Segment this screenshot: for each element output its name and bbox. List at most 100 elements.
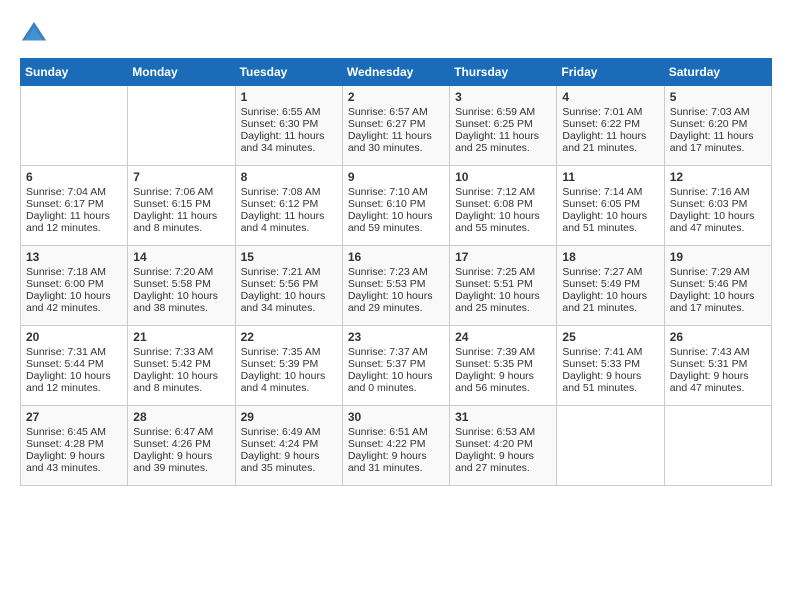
cell-line: and 47 minutes. [670,222,766,234]
cell-line: Sunset: 5:46 PM [670,278,766,290]
cell-line: Daylight: 9 hours [26,450,122,462]
day-number: 24 [455,330,551,344]
calendar-cell [557,406,664,486]
cell-line: Daylight: 10 hours [670,210,766,222]
day-number: 23 [348,330,444,344]
cell-line: Sunrise: 7:31 AM [26,346,122,358]
calendar-table: SundayMondayTuesdayWednesdayThursdayFrid… [20,58,772,486]
calendar-cell: 30Sunrise: 6:51 AMSunset: 4:22 PMDayligh… [342,406,449,486]
cell-line: Sunrise: 7:03 AM [670,106,766,118]
cell-line: Sunrise: 7:35 AM [241,346,337,358]
cell-line: and 34 minutes. [241,142,337,154]
weekday-header: Saturday [664,59,771,86]
day-number: 10 [455,170,551,184]
cell-line: Daylight: 11 hours [241,130,337,142]
cell-line: Sunrise: 6:53 AM [455,426,551,438]
calendar-cell: 13Sunrise: 7:18 AMSunset: 6:00 PMDayligh… [21,246,128,326]
cell-line: Sunrise: 6:47 AM [133,426,229,438]
cell-line: Sunrise: 7:14 AM [562,186,658,198]
calendar-cell: 12Sunrise: 7:16 AMSunset: 6:03 PMDayligh… [664,166,771,246]
calendar-cell: 22Sunrise: 7:35 AMSunset: 5:39 PMDayligh… [235,326,342,406]
cell-line: Sunset: 5:56 PM [241,278,337,290]
cell-line: Sunset: 5:49 PM [562,278,658,290]
weekday-header: Sunday [21,59,128,86]
day-number: 2 [348,90,444,104]
cell-line: Sunrise: 6:45 AM [26,426,122,438]
cell-line: Sunset: 6:05 PM [562,198,658,210]
cell-line: Daylight: 10 hours [241,290,337,302]
day-number: 21 [133,330,229,344]
day-number: 11 [562,170,658,184]
cell-line: Sunrise: 7:27 AM [562,266,658,278]
calendar-header: SundayMondayTuesdayWednesdayThursdayFrid… [21,59,772,86]
cell-line: Daylight: 10 hours [133,370,229,382]
cell-line: Sunrise: 7:23 AM [348,266,444,278]
calendar-cell: 18Sunrise: 7:27 AMSunset: 5:49 PMDayligh… [557,246,664,326]
cell-line: Sunrise: 7:29 AM [670,266,766,278]
cell-line: Sunset: 5:35 PM [455,358,551,370]
cell-line: Daylight: 11 hours [562,130,658,142]
cell-line: Sunset: 5:37 PM [348,358,444,370]
weekday-row: SundayMondayTuesdayWednesdayThursdayFrid… [21,59,772,86]
cell-line: and 8 minutes. [133,382,229,394]
day-number: 20 [26,330,122,344]
calendar-cell: 31Sunrise: 6:53 AMSunset: 4:20 PMDayligh… [450,406,557,486]
day-number: 14 [133,250,229,264]
cell-line: and 12 minutes. [26,222,122,234]
day-number: 6 [26,170,122,184]
weekday-header: Friday [557,59,664,86]
cell-line: Sunset: 4:24 PM [241,438,337,450]
cell-line: and 17 minutes. [670,142,766,154]
cell-line: Sunset: 6:27 PM [348,118,444,130]
cell-line: Sunset: 4:22 PM [348,438,444,450]
day-number: 7 [133,170,229,184]
cell-line: Sunrise: 7:39 AM [455,346,551,358]
day-number: 30 [348,410,444,424]
cell-line: and 21 minutes. [562,302,658,314]
day-number: 12 [670,170,766,184]
cell-line: Sunset: 6:12 PM [241,198,337,210]
cell-line: Sunset: 4:28 PM [26,438,122,450]
day-number: 13 [26,250,122,264]
cell-line: Sunset: 6:25 PM [455,118,551,130]
calendar-cell: 24Sunrise: 7:39 AMSunset: 5:35 PMDayligh… [450,326,557,406]
calendar-cell: 19Sunrise: 7:29 AMSunset: 5:46 PMDayligh… [664,246,771,326]
cell-line: and 4 minutes. [241,382,337,394]
calendar-cell: 28Sunrise: 6:47 AMSunset: 4:26 PMDayligh… [128,406,235,486]
cell-line: Daylight: 9 hours [348,450,444,462]
cell-line: Sunrise: 7:01 AM [562,106,658,118]
cell-line: Sunset: 4:20 PM [455,438,551,450]
cell-line: and 12 minutes. [26,382,122,394]
cell-line: Sunrise: 7:20 AM [133,266,229,278]
cell-line: Daylight: 10 hours [455,290,551,302]
calendar-week-row: 27Sunrise: 6:45 AMSunset: 4:28 PMDayligh… [21,406,772,486]
cell-line: Daylight: 11 hours [133,210,229,222]
cell-line: Sunrise: 7:10 AM [348,186,444,198]
cell-line: and 27 minutes. [455,462,551,474]
cell-line: Sunset: 6:00 PM [26,278,122,290]
cell-line: Sunset: 5:31 PM [670,358,766,370]
cell-line: and 25 minutes. [455,142,551,154]
cell-line: Daylight: 9 hours [455,450,551,462]
day-number: 1 [241,90,337,104]
cell-line: Sunset: 6:10 PM [348,198,444,210]
cell-line: Sunrise: 7:08 AM [241,186,337,198]
cell-line: and 21 minutes. [562,142,658,154]
calendar-cell: 16Sunrise: 7:23 AMSunset: 5:53 PMDayligh… [342,246,449,326]
cell-line: Sunset: 5:44 PM [26,358,122,370]
day-number: 26 [670,330,766,344]
cell-line: Daylight: 11 hours [455,130,551,142]
cell-line: Daylight: 9 hours [133,450,229,462]
calendar-cell: 17Sunrise: 7:25 AMSunset: 5:51 PMDayligh… [450,246,557,326]
calendar-cell: 21Sunrise: 7:33 AMSunset: 5:42 PMDayligh… [128,326,235,406]
cell-line: Daylight: 10 hours [455,210,551,222]
cell-line: Daylight: 10 hours [348,370,444,382]
cell-line: Sunset: 6:22 PM [562,118,658,130]
calendar-cell: 20Sunrise: 7:31 AMSunset: 5:44 PMDayligh… [21,326,128,406]
day-number: 18 [562,250,658,264]
weekday-header: Wednesday [342,59,449,86]
cell-line: Sunrise: 7:21 AM [241,266,337,278]
calendar-cell: 9Sunrise: 7:10 AMSunset: 6:10 PMDaylight… [342,166,449,246]
calendar-week-row: 6Sunrise: 7:04 AMSunset: 6:17 PMDaylight… [21,166,772,246]
day-number: 28 [133,410,229,424]
